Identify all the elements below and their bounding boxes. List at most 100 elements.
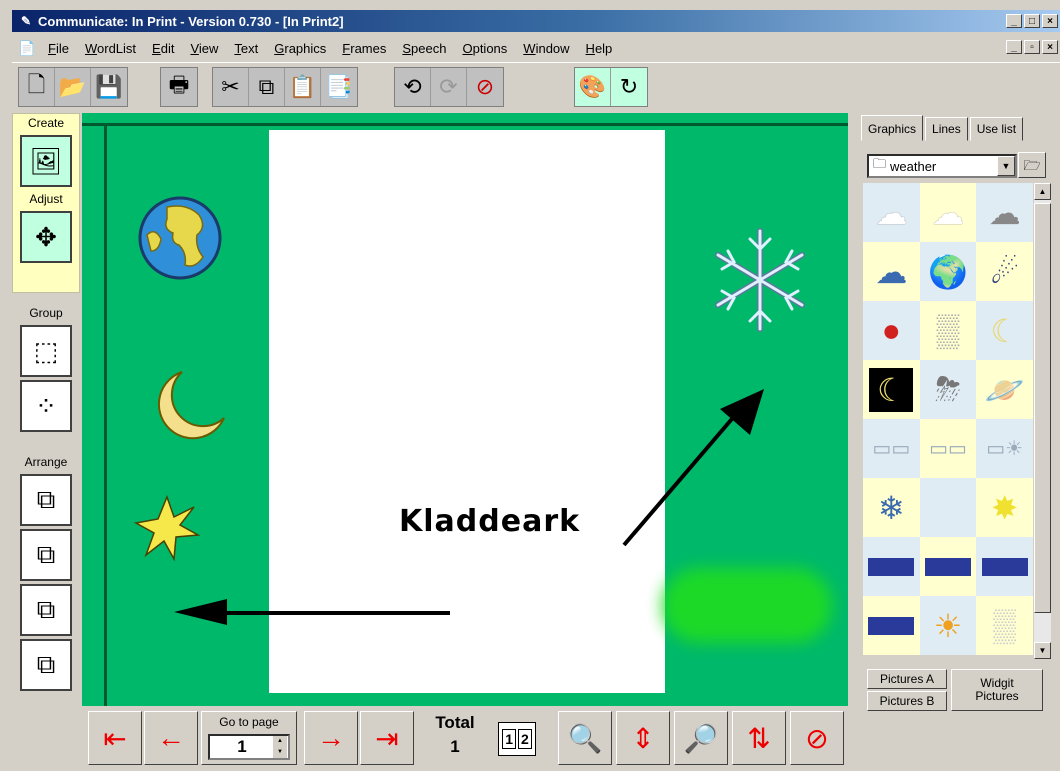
create-frame-button[interactable]: 🖼 [20,135,72,187]
pictures-a-button[interactable]: Pictures A [867,669,947,689]
go-to-page-label: Go to page [219,715,279,729]
menu-speech[interactable]: Speech [394,41,454,56]
menu-wordlist[interactable]: WordList [77,41,144,56]
document-icon[interactable]: 📄 [18,39,36,57]
graphics-grid: ☁ ☁ ☁ ☁ 🌍 ☄ ● ▒ ☾ ☾ ⛈ 🪐 ▭▭ ▭▭ ▭☀ ❄ ✸ ☀ ▒ [863,183,1033,658]
ungroup-button[interactable]: ⁘ [20,380,72,432]
graphics-scrollbar[interactable]: ▲ ▼ [1034,183,1051,659]
menu-view[interactable]: View [182,41,226,56]
browse-folder-button[interactable]: 🗁 [1018,152,1046,178]
chevron-down-icon[interactable]: ▼ [997,156,1015,176]
delete-page-icon[interactable]: ⊘ [790,711,844,765]
page-navigation-bar: ⇤ ← Go to page 1 ▲ ▼ → ⇥ Total 1 1 2 🔍 ⇕ … [86,708,846,770]
no-speech-icon[interactable]: ⊘ [467,68,503,106]
fit-page-icon[interactable]: ⇕ [616,711,670,765]
scroll-up-icon[interactable]: ▲ [1034,183,1051,200]
create-label: Create [27,116,65,130]
tab-use-list[interactable]: Use list [969,117,1024,141]
dark-sky-graphic-icon[interactable] [976,537,1033,596]
menu-graphics[interactable]: Graphics [266,41,334,56]
tab-graphics[interactable]: Graphics [861,115,924,141]
zoom-in-icon[interactable]: 🔍 [558,711,612,765]
wind-graphic-icon[interactable]: ▭▭ [863,419,920,478]
total-label: Total [435,713,475,732]
edit-tools: ⟲ ⟳ ⊘ [394,67,504,107]
refresh-icon[interactable]: ↻ [611,68,647,106]
menu-options[interactable]: Options [454,41,515,56]
cloud-graphic-icon[interactable]: ☁ [919,183,977,242]
blank-graphic-icon[interactable] [919,478,977,537]
page-number-input[interactable]: 1 ▲ ▼ [208,734,290,760]
group-button[interactable]: ⬚ [20,325,72,377]
night-moon-graphic-icon[interactable]: ☾ [863,360,920,419]
doc-minimize-button[interactable]: _ [1006,40,1022,54]
night-sky-graphic-icon[interactable] [863,537,920,596]
menu-help[interactable]: Help [578,41,621,56]
adjust-frame-button[interactable]: ✥ [20,211,72,263]
tab-lines[interactable]: Lines [925,117,968,141]
palette-icon[interactable]: 🎨 [575,68,611,106]
new-document-icon[interactable]: 🗋 [19,68,55,106]
doc-restore-button[interactable]: ▫ [1024,40,1040,54]
folder-dropdown[interactable]: 🗀 weather ▼ [867,154,1017,178]
mars-graphic-icon[interactable]: ● [863,301,920,360]
two-page-view-button[interactable]: 1 2 [498,722,536,756]
extra-tools: 🎨 ↻ [574,67,648,107]
open-folder-icon[interactable]: 📂 [55,68,91,106]
planet-graphic-icon[interactable]: 🪐 [976,360,1033,419]
star-graphic-icon[interactable]: ✸ [976,478,1033,537]
widgit-pictures-button[interactable]: Widgit Pictures [951,669,1043,711]
insert-page-icon[interactable]: ⇅ [732,711,786,765]
snowflake-graphic-icon[interactable]: ❄ [863,478,920,537]
paste-special-icon[interactable]: 📑 [321,68,357,106]
cloud-graphic-icon[interactable]: ☁ [863,183,920,242]
earth-graphic-icon[interactable]: 🌍 [919,242,977,301]
next-page-button[interactable]: → [304,711,358,765]
last-page-button[interactable]: ⇥ [360,711,414,765]
folder-name: weather [890,158,937,174]
blue-sky-graphic-icon[interactable] [863,596,920,655]
sun-wind-graphic-icon[interactable]: ▭☀ [976,419,1033,478]
menu-file[interactable]: File [40,41,77,56]
minimize-button[interactable]: _ [1006,14,1022,28]
rain-cloud-graphic-icon[interactable]: ⛈ [919,360,977,419]
menu-text[interactable]: Text [226,41,266,56]
print-icon[interactable]: 🖶 [161,68,197,106]
send-backward-button[interactable]: ⧉ [20,584,72,636]
doc-close-button[interactable]: × [1042,40,1058,54]
zoom-out-icon[interactable]: 🔎 [674,711,728,765]
haze-graphic-icon[interactable]: ▒ [976,596,1033,655]
menu-window[interactable]: Window [515,41,577,56]
redo-icon[interactable]: ⟳ [431,68,467,106]
breeze-graphic-icon[interactable]: ▭▭ [919,419,977,478]
paste-icon[interactable]: 📋 [285,68,321,106]
clipboard-tools: ✂ ⧉ 📋 📑 [212,67,358,107]
document-canvas[interactable]: Kladdeark [82,113,848,706]
cut-scissors-icon[interactable]: ✂ [213,68,249,106]
save-disk-icon[interactable]: 💾 [91,68,127,106]
scroll-down-icon[interactable]: ▼ [1034,642,1051,659]
close-button[interactable]: × [1042,14,1058,28]
page-spinner[interactable]: ▲ ▼ [273,736,287,758]
page-view-1: 1 [502,729,516,749]
copy-icon[interactable]: ⧉ [249,68,285,106]
maximize-button[interactable]: □ [1024,14,1040,28]
bring-forward-button[interactable]: ⧉ [20,529,72,581]
send-to-back-button[interactable]: ⧉ [20,639,72,691]
bring-to-front-button[interactable]: ⧉ [20,474,72,526]
undo-icon[interactable]: ⟲ [395,68,431,106]
scroll-thumb[interactable] [1034,203,1051,613]
total-pages: Total 1 [420,711,490,765]
fog-graphic-icon[interactable]: ▒ [919,301,977,360]
sun-graphic-icon[interactable]: ☀ [919,596,977,655]
moon-graphic-icon[interactable]: ☾ [976,301,1033,360]
pictures-b-button[interactable]: Pictures B [867,691,947,711]
first-page-button[interactable]: ⇤ [88,711,142,765]
previous-page-button[interactable]: ← [144,711,198,765]
comet-graphic-icon[interactable]: ☄ [976,242,1033,301]
stars-sky-graphic-icon[interactable] [919,537,977,596]
menu-frames[interactable]: Frames [334,41,394,56]
menu-edit[interactable]: Edit [144,41,182,56]
dark-cloud-graphic-icon[interactable]: ☁ [863,242,920,301]
storm-cloud-graphic-icon[interactable]: ☁ [976,183,1033,242]
